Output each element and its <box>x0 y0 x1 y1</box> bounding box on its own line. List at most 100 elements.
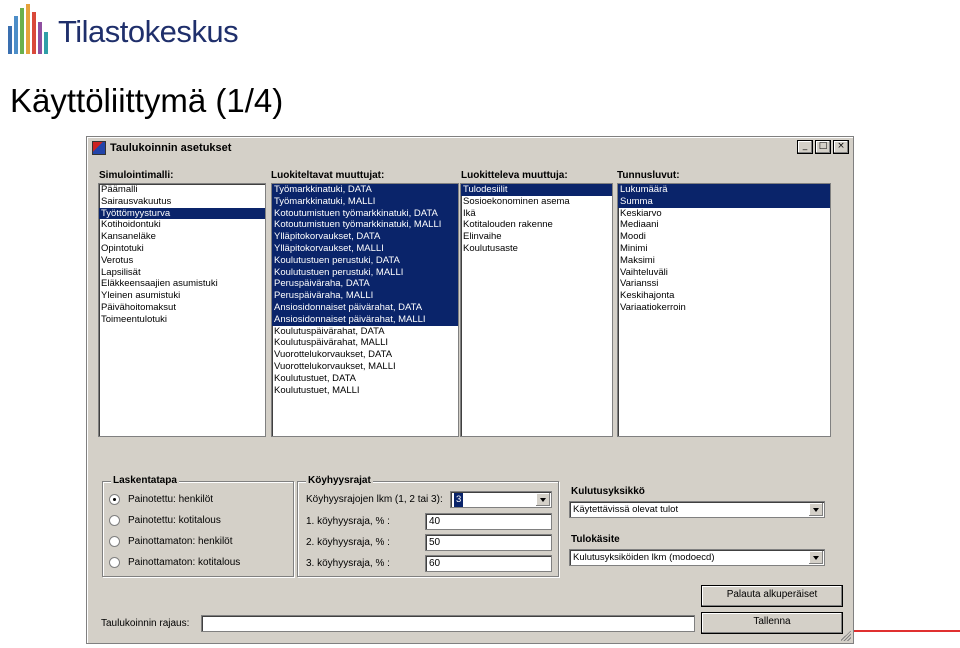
logo-text: Tilastokeskus <box>58 14 239 49</box>
radio-indicator[interactable] <box>109 536 120 547</box>
list-item[interactable]: Kotihoidontuki <box>99 219 265 231</box>
kulutusyksikko-value: Käytettävissä olevat tulot <box>573 504 679 515</box>
list-item[interactable]: Työmarkkinatuki, MALLI <box>272 195 458 208</box>
list-item[interactable]: Keskiarvo <box>618 208 830 220</box>
list-item[interactable]: Lukumäärä <box>618 184 830 196</box>
list-item[interactable]: Koulutustuet, DATA <box>272 373 458 385</box>
list-item[interactable]: Keskihajonta <box>618 290 830 302</box>
tunnusluvut-listbox[interactable]: Lukumäärä Summa Keskiarvo Mediaani Moodi Mini… <box>617 183 831 437</box>
koyhyysraja-count-label: Köyhyysrajojen lkm (1, 2 tai 3): <box>306 494 443 505</box>
list-item[interactable]: Yleinen asumistuki <box>99 290 265 302</box>
list-item[interactable]: Koulutustuen perustuki, DATA <box>272 254 458 267</box>
tulokasite-select[interactable]: Kulutusyksiköiden lkm (modoecd) <box>569 549 825 566</box>
save-button[interactable]: Tallenna <box>701 612 843 634</box>
settings-window: Taulukoinnin asetukset _ □ × Simulointim… <box>86 136 854 644</box>
list-item[interactable]: Kansaneläke <box>99 231 265 243</box>
radio-painotettu-kotitalous[interactable]: Painotettu: kotitalous <box>109 515 221 526</box>
chevron-down-icon[interactable] <box>536 493 550 506</box>
radio-indicator[interactable] <box>109 515 120 526</box>
radio-label: Painotettu: kotitalous <box>128 515 221 526</box>
resize-grip-icon[interactable] <box>841 631 851 641</box>
laskentatapa-title: Laskentatapa <box>111 475 179 486</box>
list-item[interactable]: Koulutuspäivärahat, DATA <box>272 326 458 338</box>
radio-indicator[interactable] <box>109 494 120 505</box>
list-item[interactable]: Peruspäiväraha, DATA <box>272 278 458 291</box>
simulointimalli-label: Simulointimalli: <box>99 170 174 181</box>
list-item[interactable]: Ansiosidonnaiset päivärahat, MALLI <box>272 313 458 326</box>
radio-label: Painotettu: henkilöt <box>128 494 214 505</box>
window-titlebar[interactable]: Taulukoinnin asetukset _ □ × <box>89 139 851 157</box>
rajaus-label: Taulukoinnin rajaus: <box>101 618 190 629</box>
radio-painottamaton-kotitalous[interactable]: Painottamaton: kotitalous <box>109 557 240 568</box>
luokiteltavat-listbox[interactable]: Työmarkkinatuki, DATA Työmarkkinatuki, MA… <box>271 183 459 437</box>
list-item[interactable]: Päämalli <box>99 184 265 196</box>
maximize-button[interactable]: □ <box>815 140 831 154</box>
rajaus-input[interactable] <box>201 615 695 632</box>
luokitteleva-listbox[interactable]: Tulodesiilit Sosioekonominen asema Ikä Koti… <box>460 183 613 437</box>
list-item[interactable]: Työttömyysturva <box>99 207 265 220</box>
list-item[interactable]: Koulutusaste <box>461 243 612 255</box>
radio-painottamaton-henkilot[interactable]: Painottamaton: henkilöt <box>109 536 233 547</box>
list-item[interactable]: Päivähoitomaksut <box>99 302 265 314</box>
list-item[interactable]: Toimeentulotuki <box>99 314 265 326</box>
page-title: Käyttöliittymä (1/4) <box>10 82 284 119</box>
list-item[interactable]: Ikä <box>461 208 612 220</box>
minimize-button[interactable]: _ <box>797 140 813 154</box>
koyhyysraja-count-select[interactable]: 3 <box>450 491 552 508</box>
close-button[interactable]: × <box>833 140 849 154</box>
list-item[interactable]: Kotoutumistuen työmarkkinatuki, DATA <box>272 207 458 220</box>
chevron-down-icon[interactable] <box>809 503 823 516</box>
luokitteleva-label: Luokitteleva muuttuja: <box>461 170 568 181</box>
chevron-down-icon[interactable] <box>809 551 823 564</box>
radio-indicator[interactable] <box>109 557 120 568</box>
kulutusyksikko-label: Kulutusyksikkö <box>571 486 645 497</box>
list-item[interactable]: Moodi <box>618 231 830 243</box>
logo-mark-icon <box>8 4 48 54</box>
list-item[interactable]: Ylläpitokorvaukset, DATA <box>272 231 458 243</box>
koyhyysraja-2-label: 2. köyhyysraja, % : <box>306 537 390 548</box>
tunnusluvut-label: Tunnusluvut: <box>617 170 680 181</box>
list-item[interactable]: Sosioekonominen asema <box>461 196 612 208</box>
list-item[interactable]: Minimi <box>618 243 830 255</box>
accent-line <box>852 630 960 632</box>
tilastokeskus-logo: Tilastokeskus <box>6 4 251 54</box>
koyhyysraja-3-input[interactable]: 60 <box>425 555 552 572</box>
list-item[interactable]: Vaihteluväli <box>618 267 830 279</box>
list-item[interactable]: Peruspäiväraha, MALLI <box>272 290 458 302</box>
list-item[interactable]: Vuorottelukorvaukset, DATA <box>272 349 458 361</box>
list-item[interactable]: Ylläpitokorvaukset, MALLI <box>272 242 458 255</box>
list-item[interactable]: Koulutustuen perustuki, MALLI <box>272 266 458 279</box>
koyhyysraja-2-input[interactable]: 50 <box>425 534 552 551</box>
tulokasite-label: Tulokäsite <box>571 534 620 545</box>
koyhyysraja-3-label: 3. köyhyysraja, % : <box>306 558 390 569</box>
tulokasite-value: Kulutusyksiköiden lkm (modoecd) <box>573 552 715 563</box>
list-item[interactable]: Verotus <box>99 255 265 267</box>
list-item[interactable]: Koulutuspäivärahat, MALLI <box>272 337 458 349</box>
list-item[interactable]: Tulodesiilit <box>461 184 612 196</box>
list-item[interactable]: Ansiosidonnaiset päivärahat, DATA <box>272 301 458 314</box>
simulointimalli-listbox[interactable]: Päämalli Sairausvakuutus Työttömyysturva Ko… <box>98 183 266 437</box>
list-item[interactable]: Variaatiokerroin <box>618 302 830 314</box>
list-item[interactable]: Sairausvakuutus <box>99 196 265 208</box>
list-item[interactable]: Summa <box>618 195 830 208</box>
list-item[interactable]: Lapsilisät <box>99 267 265 279</box>
list-item[interactable]: Eläkkeensaajien asumistuki <box>99 278 265 290</box>
koyhyysraja-1-input[interactable]: 40 <box>425 513 552 530</box>
list-item[interactable]: Kotoutumistuen työmarkkinatuki, MALLI <box>272 219 458 232</box>
app-icon <box>92 141 106 155</box>
reset-button[interactable]: Palauta alkuperäiset <box>701 585 843 607</box>
list-item[interactable]: Koulutustuet, MALLI <box>272 385 458 397</box>
radio-painotettu-henkilot[interactable]: Painotettu: henkilöt <box>109 494 213 505</box>
kulutusyksikko-select[interactable]: Käytettävissä olevat tulot <box>569 501 825 518</box>
list-item[interactable]: Mediaani <box>618 219 830 231</box>
list-item[interactable]: Kotitalouden rakenne <box>461 219 612 231</box>
list-item[interactable]: Opintotuki <box>99 243 265 255</box>
luokiteltavat-label: Luokiteltavat muuttujat: <box>271 170 385 181</box>
list-item[interactable]: Maksimi <box>618 255 830 267</box>
list-item[interactable]: Varianssi <box>618 278 830 290</box>
list-item[interactable]: Työmarkkinatuki, DATA <box>272 184 458 196</box>
radio-label: Painottamaton: henkilöt <box>128 536 233 547</box>
list-item[interactable]: Vuorottelukorvaukset, MALLI <box>272 361 458 373</box>
laskentatapa-group: Laskentatapa Painotettu: henkilöt Painot… <box>102 475 294 577</box>
list-item[interactable]: Elinvaihe <box>461 231 612 243</box>
